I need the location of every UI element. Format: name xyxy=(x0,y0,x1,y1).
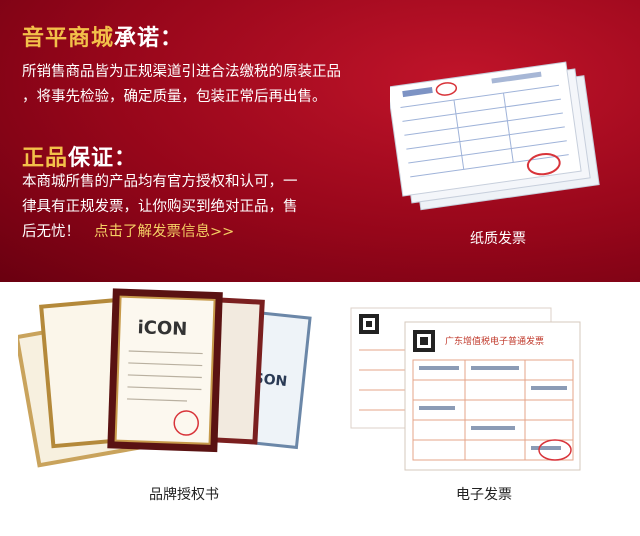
guarantee-line-1: 本商城所售的产品均有官方授权和认可，一 xyxy=(22,174,298,190)
e-invoice-caption: 电子发票 xyxy=(456,487,512,503)
guarantee-heading-rest: 保证： xyxy=(68,146,138,171)
brand-authorization-caption: 品牌授权书 xyxy=(149,487,219,503)
invoice-promise-banner: 音平商城承诺： 所销售商品皆为正规渠道引进合法缴税的原装正品 ，将事先检验，确定… xyxy=(0,0,640,536)
paper-invoice-caption: 纸质发票 xyxy=(470,231,526,247)
guarantee-heading-accent: 正品 xyxy=(22,146,69,171)
guarantee-line-2: 律具有正规发票，让你购买到绝对正品，售 xyxy=(22,199,298,215)
promise-heading-accent: 音平商城 xyxy=(22,26,115,51)
invoice-info-link[interactable]: 点击了解发票信息>> xyxy=(94,224,234,240)
promise-heading: 音平商城承诺： xyxy=(22,20,183,52)
brand-authorization-image: ISON iCON xyxy=(18,288,312,468)
promise-line-2: ，将事先检验，确定质量，包装正常后再出售。 xyxy=(22,89,327,105)
promise-line-1: 所销售商品皆为正规渠道引进合法缴税的原装正品 xyxy=(22,64,341,80)
paper-invoice-image xyxy=(390,61,600,211)
e-invoice-image: 广东增值税电子普通发票 xyxy=(350,307,581,471)
e-invoice-header: 广东增值税电子普通发票 xyxy=(445,335,544,347)
promise-heading-rest: 承诺： xyxy=(114,26,184,51)
guarantee-line-3-text: 后无忧！ xyxy=(22,224,80,240)
guarantee-line-3: 后无忧！ 点击了解发票信息>> xyxy=(22,220,298,245)
svg-text:iCON: iCON xyxy=(137,317,187,340)
guarantee-text: 本商城所售的产品均有官方授权和认可，一 律具有正规发票，让你购买到绝对正品，售 … xyxy=(22,170,298,245)
guarantee-heading: 正品保证： xyxy=(22,140,137,172)
promise-text: 所销售商品皆为正规渠道引进合法缴税的原装正品 ，将事先检验，确定质量，包装正常后… xyxy=(22,60,341,110)
